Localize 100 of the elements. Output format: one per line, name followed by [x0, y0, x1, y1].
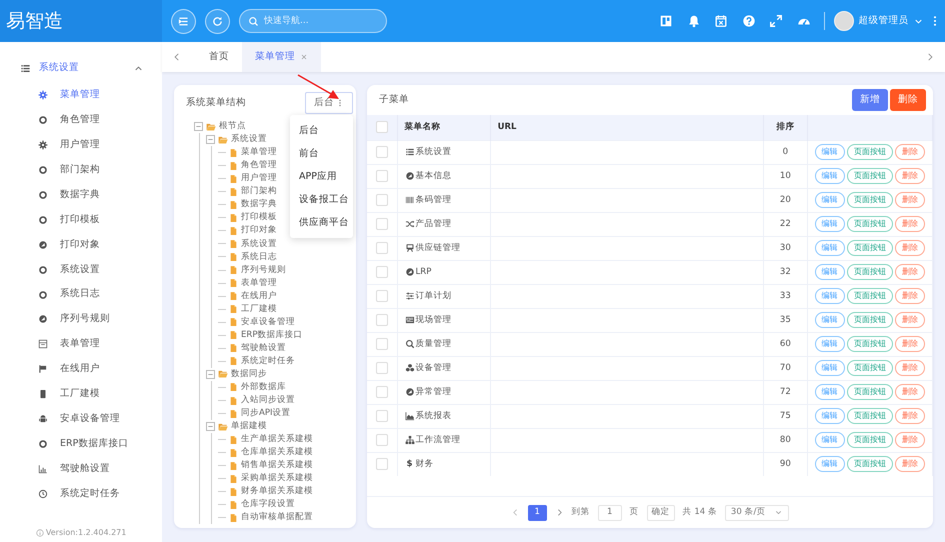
row-checkbox[interactable]: [376, 386, 388, 398]
tree-node[interactable]: 系统设置: [231, 133, 267, 146]
sidebar-item[interactable]: 驾驶舱设置: [0, 456, 162, 482]
search-icon[interactable]: [248, 16, 259, 26]
page-buttons-button[interactable]: 页面按钮: [846, 432, 893, 448]
menu-item[interactable]: 设备报工台: [290, 188, 353, 211]
tree-node[interactable]: 用户管理: [241, 172, 277, 186]
search-box[interactable]: 快速导航...: [239, 9, 387, 33]
tree-node[interactable]: 安卓设备管理: [241, 316, 295, 329]
tree-node[interactable]: 在线用户: [241, 290, 277, 303]
menu-item[interactable]: APP应用: [290, 165, 353, 188]
tree-node[interactable]: 角色管理: [241, 159, 277, 172]
tree-node[interactable]: 销售单据关系建模: [241, 459, 313, 472]
tab[interactable]: 首页: [196, 42, 242, 72]
confirm-button[interactable]: 确定: [646, 504, 675, 520]
bell-icon[interactable]: [686, 14, 700, 28]
row-checkbox[interactable]: [376, 410, 388, 422]
sidebar-item[interactable]: 安卓设备管理: [0, 406, 162, 432]
sidebar-item[interactable]: 打印对象: [0, 232, 162, 258]
tree-node[interactable]: 数据同步: [231, 368, 267, 381]
sidebar-group[interactable]: 系统设置: [0, 53, 162, 83]
sidebar-item[interactable]: 部门架构: [0, 158, 162, 183]
expand-toggle[interactable]: [206, 370, 215, 379]
tab[interactable]: 菜单管理: [242, 42, 321, 72]
sidebar-item[interactable]: 在线用户: [0, 356, 162, 382]
avatar[interactable]: [834, 11, 854, 31]
row-checkbox[interactable]: [376, 458, 388, 470]
page-buttons-button[interactable]: 页面按钮: [846, 216, 893, 232]
fullscreen-icon[interactable]: [769, 14, 783, 28]
sidebar-item[interactable]: 系统设置: [0, 257, 162, 282]
tree-node[interactable]: 仓库字段设置: [241, 498, 295, 512]
row-checkbox[interactable]: [376, 338, 388, 350]
tree-node[interactable]: 打印对象: [241, 224, 277, 238]
expand-toggle[interactable]: [206, 422, 215, 432]
menu-item[interactable]: 前台: [290, 142, 353, 165]
tree-node[interactable]: 财务单据关系建模: [241, 485, 313, 498]
tree-node[interactable]: 系统设置: [241, 238, 277, 250]
help-icon[interactable]: [742, 14, 756, 28]
page-buttons-button[interactable]: 页面按钮: [846, 312, 893, 328]
refresh-button[interactable]: [205, 8, 230, 34]
expand-toggle[interactable]: [194, 122, 203, 132]
menu-item[interactable]: 后台: [290, 119, 353, 142]
tree-node[interactable]: 生产单据关系建模: [241, 433, 313, 446]
row-checkbox[interactable]: [376, 266, 388, 278]
row-checkbox[interactable]: [376, 242, 388, 254]
page-buttons-button[interactable]: 页面按钮: [846, 408, 893, 424]
tree-node[interactable]: 根节点: [219, 120, 246, 133]
tree-node[interactable]: 入站同步设置: [241, 394, 295, 407]
tree-node[interactable]: ERP数据库接口: [241, 328, 303, 342]
tree-node[interactable]: 工厂建模: [241, 302, 277, 316]
tree-node[interactable]: 单据建模: [231, 420, 267, 434]
tree-node[interactable]: 表单管理: [241, 276, 277, 290]
row-checkbox[interactable]: [376, 146, 388, 158]
row-checkbox[interactable]: [376, 218, 388, 230]
sidebar-item[interactable]: 用户管理: [0, 132, 162, 158]
page-buttons-button[interactable]: 页面按钮: [846, 168, 893, 184]
tree-node[interactable]: 序列号规则: [241, 264, 286, 276]
menu-item[interactable]: 供应商平台: [290, 211, 353, 234]
tree-node[interactable]: 系统日志: [241, 250, 277, 264]
page-buttons-button[interactable]: 页面按钮: [846, 456, 893, 472]
page-button[interactable]: 1: [528, 504, 547, 520]
row-checkbox[interactable]: [376, 362, 388, 374]
sidebar-item[interactable]: 数据字典: [0, 182, 162, 208]
tree-node[interactable]: 菜单管理: [241, 146, 277, 160]
page-buttons-button[interactable]: 页面按钮: [846, 288, 893, 304]
row-checkbox[interactable]: [376, 170, 388, 182]
delete-button[interactable]: 删除: [890, 89, 926, 111]
tree-node[interactable]: 驾驶舱设置: [241, 342, 286, 355]
calendar-icon[interactable]: [714, 14, 728, 28]
sidebar-item[interactable]: ERP数据库接口: [0, 431, 162, 456]
tree-node[interactable]: 采购单据关系建模: [241, 472, 313, 486]
sidebar-item[interactable]: 工厂建模: [0, 382, 162, 407]
sidebar-item[interactable]: 打印模板: [0, 207, 162, 232]
tree-node[interactable]: 自动审核单据配置: [241, 511, 313, 524]
page-input[interactable]: 1: [598, 504, 622, 520]
close-icon[interactable]: [300, 53, 308, 61]
tree-node[interactable]: 数据字典: [241, 198, 277, 212]
page-buttons-button[interactable]: 页面按钮: [846, 264, 893, 280]
sidebar-item[interactable]: 系统定时任务: [0, 481, 162, 506]
sidebar-item[interactable]: 系统日志: [0, 282, 162, 308]
expand-toggle[interactable]: [206, 135, 215, 144]
sidebar-item[interactable]: 角色管理: [0, 108, 162, 133]
tree-node[interactable]: 部门架构: [241, 185, 277, 198]
page-buttons-button[interactable]: 页面按钮: [846, 384, 893, 400]
tree-node[interactable]: 仓库单据关系建模: [241, 446, 313, 460]
page-buttons-button[interactable]: 页面按钮: [846, 336, 893, 352]
user-name[interactable]: 超级管理员: [858, 14, 908, 28]
menu-button[interactable]: [171, 8, 196, 34]
page-size-select[interactable]: 30 条/页: [724, 504, 790, 520]
row-checkbox[interactable]: [376, 434, 388, 446]
sidebar-item[interactable]: 表单管理: [0, 332, 162, 357]
row-checkbox[interactable]: [376, 290, 388, 302]
platform-dropdown[interactable]: 后台: [304, 92, 353, 114]
tree-node[interactable]: 同步API设置: [241, 407, 291, 420]
tree-node[interactable]: 系统定时任务: [241, 354, 295, 368]
page-buttons-button[interactable]: 页面按钮: [846, 240, 893, 256]
row-checkbox[interactable]: [376, 314, 388, 326]
add-button[interactable]: 新增: [852, 89, 888, 111]
search-field[interactable]: 快速导航...: [264, 11, 378, 31]
tree-node[interactable]: 外部数据库: [241, 381, 286, 394]
